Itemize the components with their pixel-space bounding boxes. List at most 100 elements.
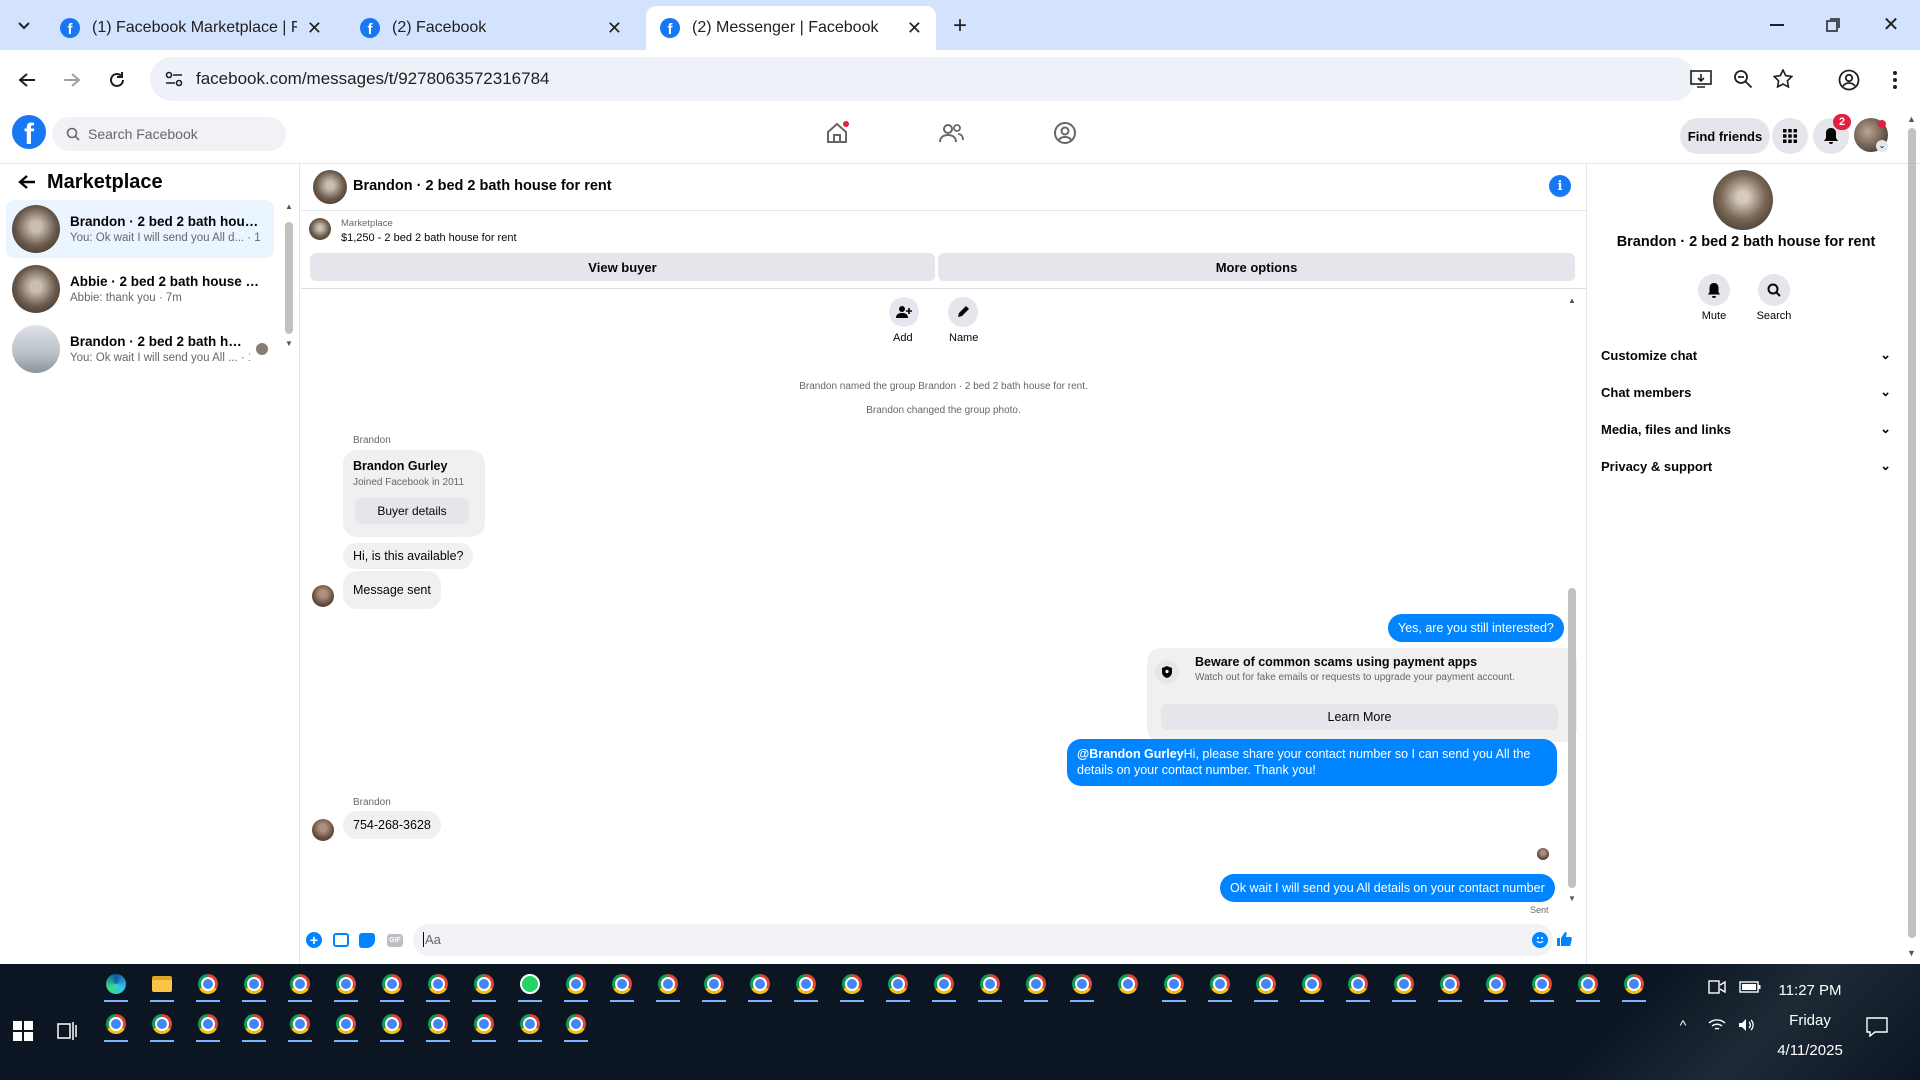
sender-avatar[interactable] bbox=[312, 585, 334, 607]
scrollbar-thumb[interactable] bbox=[285, 222, 293, 334]
wifi-icon[interactable] bbox=[1706, 1014, 1728, 1036]
taskbar-app-button[interactable] bbox=[1620, 970, 1648, 1002]
learn-more-button[interactable]: Learn More bbox=[1161, 704, 1558, 730]
tab-search-icon[interactable] bbox=[8, 10, 40, 40]
scroll-up-arrow-icon[interactable]: ▲ bbox=[1568, 296, 1576, 305]
taskbar-app-button[interactable] bbox=[1252, 970, 1280, 1002]
find-friends-button[interactable]: Find friends bbox=[1680, 118, 1770, 154]
new-tab-plus-icon[interactable]: + bbox=[946, 12, 974, 40]
taskbar-app-button[interactable] bbox=[1022, 970, 1050, 1002]
taskbar-app-button[interactable] bbox=[700, 970, 728, 1002]
taskbar-app-button[interactable] bbox=[102, 1010, 130, 1042]
outgoing-message-bubble[interactable]: Ok wait I will send you All details on y… bbox=[1220, 874, 1555, 902]
taskbar-app-button[interactable] bbox=[194, 970, 222, 1002]
chat-info-avatar[interactable] bbox=[1713, 170, 1773, 230]
close-window-icon[interactable]: ✕ bbox=[1876, 10, 1906, 38]
show-hidden-icons-chevron-icon[interactable]: ^ bbox=[1672, 1014, 1694, 1036]
taskbar-app-button[interactable] bbox=[1436, 970, 1464, 1002]
taskbar-app-button[interactable] bbox=[240, 970, 268, 1002]
photo-icon[interactable] bbox=[333, 933, 349, 947]
taskbar-app-button[interactable] bbox=[608, 970, 636, 1002]
taskbar-app-button[interactable] bbox=[1574, 970, 1602, 1002]
thumbs-up-icon[interactable] bbox=[1554, 929, 1574, 949]
chat-list-scrollbar[interactable]: ▲ ▼ bbox=[284, 202, 294, 532]
taskbar-app-button[interactable] bbox=[240, 1010, 268, 1042]
edit-name-pencil-icon[interactable] bbox=[948, 297, 978, 327]
clock-day[interactable]: Friday bbox=[1770, 1012, 1850, 1029]
taskbar-app-button[interactable] bbox=[930, 970, 958, 1002]
restore-window-icon[interactable] bbox=[1818, 12, 1848, 38]
chevron-down-icon[interactable]: ⌄ bbox=[1876, 140, 1888, 152]
close-tab-icon[interactable]: ✕ bbox=[607, 18, 622, 39]
tab-marketplace[interactable]: f (1) Facebook Marketplace | Face ✕ bbox=[46, 6, 336, 50]
facebook-search-input[interactable]: Search Facebook bbox=[52, 117, 286, 151]
tab-messenger[interactable]: f (2) Messenger | Facebook ✕ bbox=[646, 6, 936, 50]
taskbar-app-button[interactable] bbox=[1482, 970, 1510, 1002]
taskbar-app-button[interactable] bbox=[194, 1010, 222, 1042]
close-tab-icon[interactable]: ✕ bbox=[907, 18, 922, 39]
taskbar-app-button[interactable] bbox=[792, 970, 820, 1002]
taskbar-app-button[interactable] bbox=[470, 970, 498, 1002]
taskbar-app-button[interactable] bbox=[976, 970, 1004, 1002]
taskbar-app-button[interactable] bbox=[1068, 970, 1096, 1002]
taskbar-app-button[interactable] bbox=[424, 970, 452, 1002]
meet-now-icon[interactable] bbox=[1706, 976, 1728, 998]
sticker-icon[interactable] bbox=[359, 933, 375, 948]
listing-thumbnail[interactable] bbox=[309, 218, 331, 240]
back-arrow-icon[interactable] bbox=[12, 65, 42, 95]
message-bubble[interactable]: Hi, is this available? bbox=[343, 543, 474, 569]
address-bar[interactable]: facebook.com/messages/t/9278063572316784 bbox=[150, 57, 1793, 101]
taskbar-app-button[interactable] bbox=[332, 970, 360, 1002]
install-app-icon[interactable] bbox=[1688, 67, 1714, 91]
browser-menu-icon[interactable] bbox=[1880, 65, 1910, 95]
taskbar-app-button[interactable] bbox=[838, 970, 866, 1002]
conversation-item[interactable]: Abbie · 2 bed 2 bath house for ... Abbie:… bbox=[6, 260, 274, 318]
taskbar-app-button[interactable] bbox=[424, 1010, 452, 1042]
conversation-item[interactable]: Brandon · 2 bed 2 bath house f... You: Ok… bbox=[6, 200, 274, 258]
battery-icon[interactable] bbox=[1738, 976, 1762, 998]
windows-start-icon[interactable] bbox=[10, 1018, 36, 1044]
taskbar-app-button[interactable] bbox=[1528, 970, 1556, 1002]
listing-info[interactable]: $1,250 - 2 bed 2 bath house for rent bbox=[341, 232, 517, 244]
taskbar-app-button[interactable] bbox=[654, 970, 682, 1002]
taskbar-app-button[interactable] bbox=[378, 1010, 406, 1042]
taskbar-app-button[interactable] bbox=[884, 970, 912, 1002]
taskbar-app-button[interactable] bbox=[378, 970, 406, 1002]
taskbar-app-button[interactable] bbox=[746, 970, 774, 1002]
scroll-down-arrow-icon[interactable]: ▼ bbox=[1568, 894, 1576, 903]
taskbar-app-button[interactable] bbox=[562, 1010, 590, 1042]
groups-nav-icon[interactable] bbox=[1050, 118, 1080, 148]
message-bubble[interactable]: Message sent bbox=[343, 571, 441, 609]
taskbar-app-button[interactable] bbox=[1344, 970, 1372, 1002]
task-view-icon[interactable] bbox=[54, 1018, 80, 1044]
customize-chat-section[interactable]: Customize chat ⌄ bbox=[1601, 340, 1891, 370]
message-input[interactable]: Aa bbox=[413, 924, 1553, 956]
more-options-button[interactable]: More options bbox=[938, 253, 1575, 281]
conversation-item[interactable]: Brandon · 2 bed 2 bath hous... You: Ok wa… bbox=[6, 320, 274, 378]
taskbar-app-button[interactable] bbox=[148, 1010, 176, 1042]
taskbar-app-button[interactable] bbox=[516, 1010, 544, 1042]
scrollbar-thumb[interactable] bbox=[1908, 128, 1916, 938]
chat-title[interactable]: Brandon · 2 bed 2 bath house for rent bbox=[353, 178, 612, 194]
chat-members-section[interactable]: Chat members ⌄ bbox=[1601, 377, 1891, 407]
zoom-icon[interactable] bbox=[1730, 67, 1756, 91]
scroll-up-arrow-icon[interactable]: ▲ bbox=[285, 202, 293, 211]
taskbar-app-button[interactable] bbox=[1390, 970, 1418, 1002]
outgoing-message-bubble[interactable]: Yes, are you still interested? bbox=[1388, 614, 1564, 642]
sender-avatar[interactable] bbox=[312, 819, 334, 841]
scroll-down-arrow-icon[interactable]: ▼ bbox=[285, 339, 293, 348]
gif-icon[interactable]: GIF bbox=[387, 934, 403, 947]
minimize-window-icon[interactable] bbox=[1762, 12, 1792, 38]
facebook-logo-icon[interactable]: f bbox=[12, 115, 46, 149]
forward-arrow-icon[interactable] bbox=[57, 65, 87, 95]
taskbar-app-button[interactable] bbox=[562, 970, 590, 1002]
search-icon[interactable] bbox=[1758, 274, 1790, 306]
more-actions-plus-icon[interactable]: + bbox=[306, 932, 322, 948]
taskbar-app-button[interactable] bbox=[332, 1010, 360, 1042]
mute-bell-icon[interactable] bbox=[1698, 274, 1730, 306]
taskbar-app-button[interactable] bbox=[286, 970, 314, 1002]
buyer-details-button[interactable]: Buyer details bbox=[355, 498, 469, 524]
info-icon[interactable]: i bbox=[1549, 175, 1571, 197]
menu-grid-icon[interactable] bbox=[1772, 118, 1808, 154]
message-bubble[interactable]: 754-268-3628 bbox=[343, 811, 441, 839]
